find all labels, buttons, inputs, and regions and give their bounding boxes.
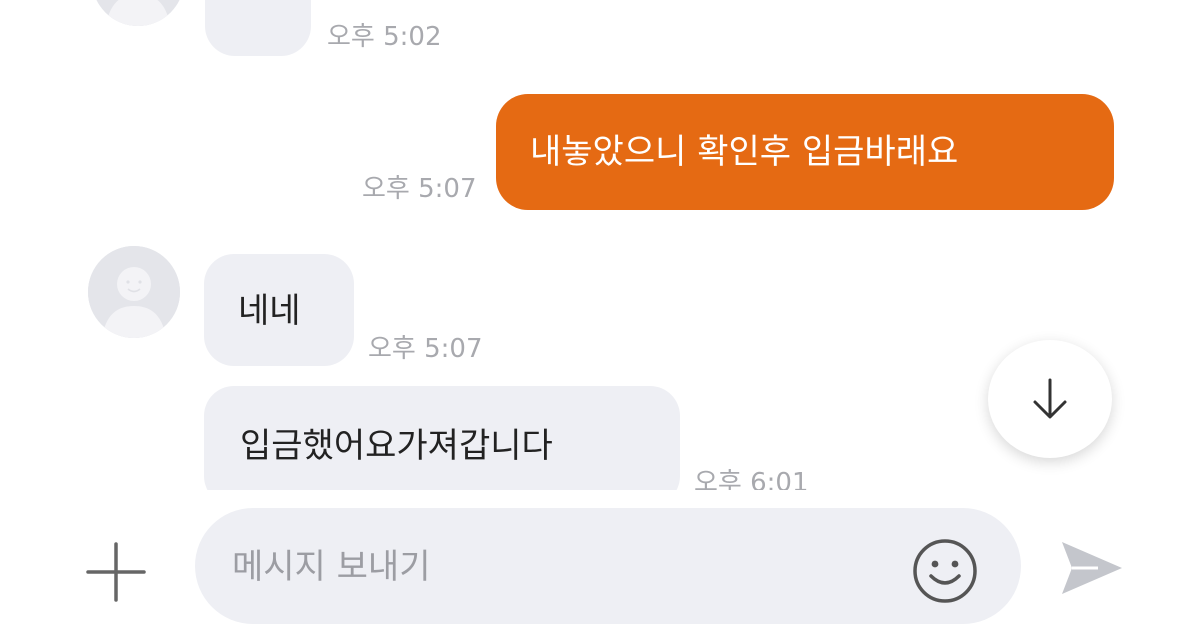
message-bubble-incoming[interactable]: 합 bbox=[205, 0, 311, 56]
chat-message-list[interactable]: 합 오후 5:02 내놓았으니 확인후 입금바래요 오후 5:07 네네 오후 … bbox=[0, 0, 1200, 490]
arrow-down-icon bbox=[1033, 378, 1067, 419]
message-text: 내놓았으니 확인후 입금바래요 bbox=[530, 132, 959, 172]
send-button[interactable] bbox=[1058, 536, 1126, 600]
default-avatar-icon bbox=[88, 246, 180, 338]
message-text: 네네 bbox=[238, 291, 301, 331]
message-timestamp: 오후 5:07 bbox=[362, 174, 477, 204]
send-icon bbox=[1062, 542, 1122, 594]
emoji-button[interactable] bbox=[910, 536, 980, 606]
message-input-placeholder: 메시지 보내기 bbox=[232, 547, 431, 587]
message-bubble-incoming[interactable]: 네네 bbox=[204, 254, 354, 366]
message-timestamp: 오후 5:02 bbox=[327, 22, 442, 52]
message-bubble-outgoing[interactable]: 내놓았으니 확인후 입금바래요 bbox=[496, 94, 1114, 210]
plus-icon bbox=[86, 542, 146, 602]
message-text: 합 bbox=[241, 0, 272, 6]
smiley-icon bbox=[913, 539, 977, 603]
message-timestamp: 오후 6:01 bbox=[694, 468, 809, 490]
default-avatar-icon bbox=[92, 0, 184, 26]
message-bubble-incoming[interactable]: 입금했어요가져갑니다 bbox=[204, 386, 680, 490]
contact-avatar[interactable] bbox=[92, 0, 184, 26]
scroll-to-bottom-button[interactable] bbox=[988, 340, 1112, 458]
contact-avatar[interactable] bbox=[88, 246, 180, 338]
message-timestamp: 오후 5:07 bbox=[368, 334, 483, 364]
attach-button[interactable] bbox=[82, 538, 150, 606]
message-text: 입금했어요가져갑니다 bbox=[240, 426, 553, 466]
